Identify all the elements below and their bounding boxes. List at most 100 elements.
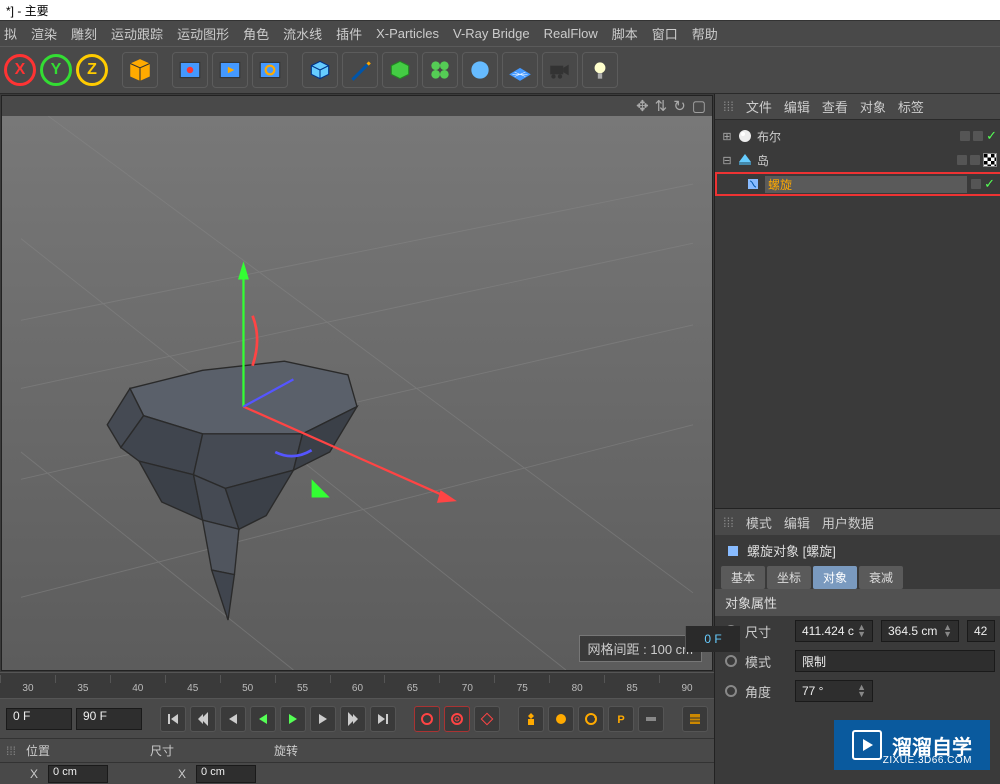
menu-item[interactable]: 渲染	[31, 24, 57, 43]
material-tag-icon[interactable]	[983, 153, 997, 167]
dopesheet-icon[interactable]	[682, 706, 708, 732]
obj-menu-view[interactable]: 查看	[822, 97, 848, 116]
viewport-canvas[interactable]: 网格间距 : 100 cm	[2, 116, 712, 670]
timeline-ruler[interactable]: 30 35 40 45 50 55 60 65 70 75 80 85 90	[0, 672, 714, 698]
axis-x-button[interactable]: X	[4, 54, 36, 86]
tree-item-twist[interactable]: 螺旋 ✓	[715, 172, 1000, 196]
menu-item[interactable]: 雕刻	[71, 24, 97, 43]
next-key-icon[interactable]	[340, 706, 366, 732]
move-view-icon[interactable]: ✥	[636, 97, 649, 115]
svg-text:P: P	[617, 714, 624, 726]
menu-item[interactable]: RealFlow	[544, 26, 598, 41]
main-toolbar: X Y Z	[0, 46, 1000, 94]
grid-spacing-label: 网格间距 : 100 cm	[579, 635, 702, 662]
autokey-icon[interactable]	[444, 706, 470, 732]
obj-menu-object[interactable]: 对象	[860, 97, 886, 116]
twist-deformer-icon	[745, 176, 761, 192]
play-forward-icon[interactable]	[280, 706, 306, 732]
tree-item-island[interactable]: ⊟ 岛	[715, 148, 1000, 172]
record-icon[interactable]	[414, 706, 440, 732]
menu-item[interactable]: 拟	[4, 24, 17, 43]
array-icon[interactable]	[422, 52, 458, 88]
menu-item[interactable]: 流水线	[283, 24, 322, 43]
menu-item[interactable]: 窗口	[652, 24, 678, 43]
angle-input[interactable]: 77 °▲▼	[795, 680, 873, 702]
obj-menu-file[interactable]: 文件	[746, 97, 772, 116]
section-heading: 对象属性	[715, 589, 1000, 616]
floor-icon[interactable]	[502, 52, 538, 88]
rotate-view-icon[interactable]: ↻	[673, 97, 686, 115]
pen-spline-icon[interactable]	[342, 52, 378, 88]
nurbs-icon[interactable]	[382, 52, 418, 88]
menu-item[interactable]: 帮助	[692, 24, 718, 43]
pos-x-input[interactable]: 0 cm	[48, 765, 108, 783]
primitive-cube-icon[interactable]	[302, 52, 338, 88]
menu-item[interactable]: 运动跟踪	[111, 24, 163, 43]
attr-menu-mode[interactable]: 模式	[746, 513, 772, 532]
mode-select[interactable]: 限制	[795, 650, 995, 672]
anim-dot[interactable]	[725, 655, 737, 667]
attr-object-title: 螺旋对象 [螺旋]	[747, 541, 836, 560]
zoom-view-icon[interactable]: ⇅	[655, 97, 668, 115]
scene-illustration	[2, 116, 712, 670]
size-y-input[interactable]: 364.5 cm▲▼	[881, 620, 959, 642]
obj-menu-edit[interactable]: 编辑	[784, 97, 810, 116]
coordinate-bar: ⁞⁞⁞ 位置 尺寸 旋转	[0, 738, 714, 762]
size-z-input[interactable]: 42	[967, 620, 995, 642]
end-frame-input[interactable]: 90 F	[76, 708, 142, 730]
prop-size-label: 尺寸	[745, 622, 787, 641]
watermark: 溜溜自学 ZIXUE.3D66.COM	[834, 720, 990, 770]
coordinate-inputs: X 0 cm X 0 cm	[0, 762, 714, 784]
pos-label: 位置	[26, 742, 50, 759]
anim-dot[interactable]	[725, 685, 737, 697]
title-bar: *] - 主要	[0, 0, 1000, 20]
start-frame-input[interactable]: 0 F	[6, 708, 72, 730]
tree-item-boole[interactable]: ⊞ 布尔 ✓	[715, 124, 1000, 148]
frame-view-icon[interactable]: ▢	[692, 97, 706, 115]
current-frame-display: 0 F	[685, 626, 740, 652]
tab-falloff[interactable]: 衰减	[859, 566, 903, 589]
goto-start-icon[interactable]	[160, 706, 186, 732]
cube-icon[interactable]	[122, 52, 158, 88]
deformer-icon[interactable]	[462, 52, 498, 88]
menu-item[interactable]: 脚本	[612, 24, 638, 43]
camera-icon[interactable]	[542, 52, 578, 88]
key-pla-icon[interactable]	[638, 706, 664, 732]
menu-item[interactable]: V-Ray Bridge	[453, 26, 530, 41]
attr-menu-userdata[interactable]: 用户数据	[822, 513, 874, 532]
menu-item[interactable]: 插件	[336, 24, 362, 43]
island-icon	[737, 152, 753, 168]
play-back-icon[interactable]	[250, 706, 276, 732]
light-icon[interactable]	[582, 52, 618, 88]
viewport[interactable]: ✥ ⇅ ↻ ▢	[1, 95, 713, 671]
menu-item[interactable]: 角色	[243, 24, 269, 43]
size-label: 尺寸	[150, 742, 174, 759]
rot-label: 旋转	[274, 742, 298, 759]
main-menu: 拟 渲染 雕刻 运动跟踪 运动图形 角色 流水线 插件 X-Particles …	[0, 20, 1000, 46]
sphere-icon	[737, 128, 753, 144]
size-x-input[interactable]: 0 cm	[196, 765, 256, 783]
tab-basic[interactable]: 基本	[721, 566, 765, 589]
render-settings-icon[interactable]	[252, 52, 288, 88]
twist-deformer-icon	[725, 543, 741, 559]
axis-z-button[interactable]: Z	[76, 54, 108, 86]
key-param-icon[interactable]: P	[608, 706, 634, 732]
key-rotation-icon[interactable]	[578, 706, 604, 732]
menu-item[interactable]: 运动图形	[177, 24, 229, 43]
render-frame-icon[interactable]	[172, 52, 208, 88]
key-scale-icon[interactable]	[548, 706, 574, 732]
next-frame-icon[interactable]	[310, 706, 336, 732]
goto-end-icon[interactable]	[370, 706, 396, 732]
axis-y-button[interactable]: Y	[40, 54, 72, 86]
prev-frame-icon[interactable]	[220, 706, 246, 732]
tab-object[interactable]: 对象	[813, 566, 857, 589]
render-region-icon[interactable]	[212, 52, 248, 88]
attr-menu-edit[interactable]: 编辑	[784, 513, 810, 532]
obj-menu-tags[interactable]: 标签	[898, 97, 924, 116]
tab-coord[interactable]: 坐标	[767, 566, 811, 589]
keyframe-options-icon[interactable]	[474, 706, 500, 732]
size-x-input[interactable]: 411.424 c▲▼	[795, 620, 873, 642]
prev-key-icon[interactable]	[190, 706, 216, 732]
menu-item[interactable]: X-Particles	[376, 26, 439, 41]
key-position-icon[interactable]	[518, 706, 544, 732]
